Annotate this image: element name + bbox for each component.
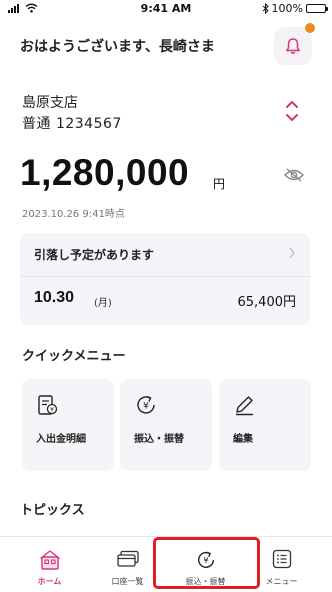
switch-account-icon[interactable] [284,99,300,123]
quick-menu-transfer-label: 振込・振替 [134,434,184,445]
yen-transfer-icon: ¥ [137,395,155,414]
tab-accounts[interactable]: 口座一覧 [86,537,169,592]
card-divider [20,276,310,277]
tab-accounts-label: 口座一覧 [111,577,144,586]
statement-icon: ¥ [38,395,58,415]
balance-unit: 円 [213,177,226,191]
tab-transfer[interactable]: ¥ 振込・振替 [164,537,247,592]
notification-button[interactable] [274,23,315,65]
chevron-right-icon [289,247,295,259]
quick-menu-title: クイックメニュー [22,349,126,364]
status-bar: 9:41 AM 100% [0,0,332,18]
hide-balance-eye-icon[interactable] [284,168,304,182]
bell-icon [286,38,300,54]
pencil-icon [236,396,253,416]
balance-timestamp: 2023.10.26 9:41時点 [22,209,125,220]
tab-home-label: ホーム [37,577,62,586]
bluetooth-icon [262,3,269,14]
greeting-text: おはようございます、長崎さま [20,39,215,55]
debit-day-of-week: (月) [94,298,112,309]
tab-transfer-label: 振込・振替 [185,577,226,586]
branch-name: 島原支店 [22,95,78,111]
quick-menu-statement[interactable]: ¥ 入出金明細 [22,379,114,471]
quick-menu-edit[interactable]: 編集 [219,379,311,471]
tab-home[interactable]: ホーム [8,537,91,592]
card-icon [116,550,139,567]
notification-badge [305,23,315,33]
yen-transfer-icon: ¥ [197,551,214,568]
quick-menu-edit-label: 編集 [233,434,253,445]
status-right: 100% [262,2,328,15]
home-icon [39,550,60,570]
svg-text:¥: ¥ [50,406,54,413]
tab-menu-label: メニュー [265,577,298,586]
menu-list-icon [272,549,291,569]
debit-amount: 65,400円 [237,295,297,310]
topics-title: トピックス [20,503,85,518]
quick-menu-statement-label: 入出金明細 [36,434,86,445]
scheduled-debit-title: 引落し予定があります [34,248,155,262]
tab-menu[interactable]: メニュー [240,537,323,592]
balance-amount: 1,280,000 [20,152,190,193]
scheduled-debit-card[interactable]: 引落し予定があります 10.30 (月) 65,400円 [20,233,310,325]
debit-date: 10.30 [34,289,75,306]
battery-percent: 100% [271,2,303,15]
svg-text:¥: ¥ [203,555,208,565]
quick-menu-transfer[interactable]: ¥ 振込・振替 [120,379,212,471]
account-type-number: 普通 1234567 [22,116,122,132]
battery-icon [306,4,328,13]
bottom-tab-bar: ホーム 口座一覧 ¥ 振込・振替 メニュー [0,536,332,592]
svg-text:¥: ¥ [143,402,149,412]
